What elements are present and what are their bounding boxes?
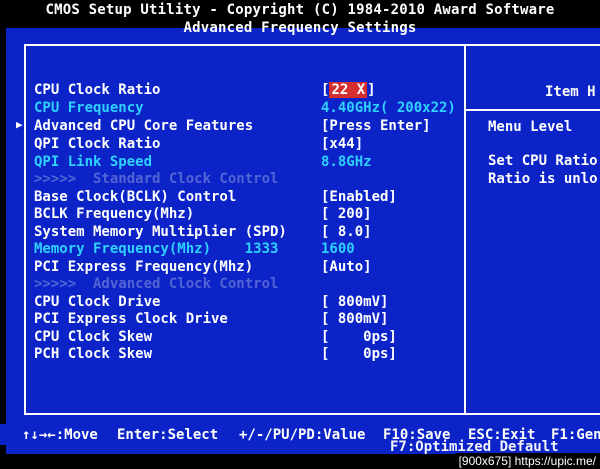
setting-label: System Memory Multiplier (SPD) <box>34 224 287 240</box>
help-separator <box>464 109 600 111</box>
help-description-line-1: Set CPU Ratio <box>488 153 598 169</box>
footer-value: +/-/PU/PD:Value <box>239 427 366 443</box>
help-divider <box>464 44 466 415</box>
submenu-arrow-icon: ▶ <box>16 118 23 131</box>
setting-label: >>>>> Standard Clock Control <box>34 171 279 187</box>
setting-label: PCI Express Clock Drive <box>34 311 228 327</box>
help-description-line-2: Ratio is unlo <box>488 171 598 187</box>
setting-value: 1600 <box>321 241 355 257</box>
help-panel-title: Item H <box>545 84 596 100</box>
setting-label: >>>>> Advanced Clock Control <box>34 276 279 292</box>
watermark: [900x675] https://upic.me/ <box>454 453 600 469</box>
setting-label: CPU Clock Ratio <box>34 82 161 98</box>
setting-value[interactable]: [Press Enter] <box>321 118 431 134</box>
page-title: Advanced Frequency Settings <box>183 20 417 36</box>
value-bracket-right: ] <box>367 82 376 98</box>
setting-value: 8.8GHz <box>321 154 372 170</box>
setting-label: Memory Frequency(Mhz) 1333 <box>34 241 279 257</box>
setting-value[interactable]: [ 0ps] <box>321 329 397 345</box>
setting-label: CPU Clock Drive <box>34 294 161 310</box>
setting-label: QPI Clock Ratio <box>34 136 161 152</box>
setting-label: PCI Express Frequency(Mhz) <box>34 259 254 275</box>
setting-value[interactable]: [ 8.0] <box>321 224 372 240</box>
setting-value[interactable]: [ 0ps] <box>321 346 397 362</box>
setting-label: QPI Link Speed <box>34 154 153 170</box>
setting-label: PCH Clock Skew <box>34 346 153 362</box>
setting-label: BCLK Frequency(Mhz) <box>34 206 195 222</box>
header-title: CMOS Setup Utility - Copyright (C) 1984-… <box>45 2 555 18</box>
setting-label: CPU Clock Skew <box>34 329 153 345</box>
setting-label: CPU Frequency <box>34 100 144 116</box>
selected-setting-value[interactable]: 22 X <box>329 82 368 98</box>
setting-value[interactable]: [Enabled] <box>321 189 397 205</box>
setting-value[interactable]: [Auto] <box>321 259 372 275</box>
setting-label: Advanced CPU Core Features <box>34 118 254 134</box>
setting-value[interactable]: [ 200] <box>321 206 372 222</box>
setting-label: Base Clock(BCLK) Control <box>34 189 237 205</box>
footer-select: Enter:Select <box>117 427 219 443</box>
help-menu-level: Menu Level <box>488 119 573 135</box>
setting-value[interactable]: [x44] <box>321 136 363 152</box>
footer-move: ↑↓→←:Move <box>22 427 98 443</box>
setting-value: 4.40GHz( 200x22) <box>321 100 456 116</box>
setting-value[interactable]: [ 800mV] <box>321 311 388 327</box>
setting-value[interactable]: [22 X] <box>321 82 376 98</box>
setting-value[interactable]: [ 800mV] <box>321 294 388 310</box>
